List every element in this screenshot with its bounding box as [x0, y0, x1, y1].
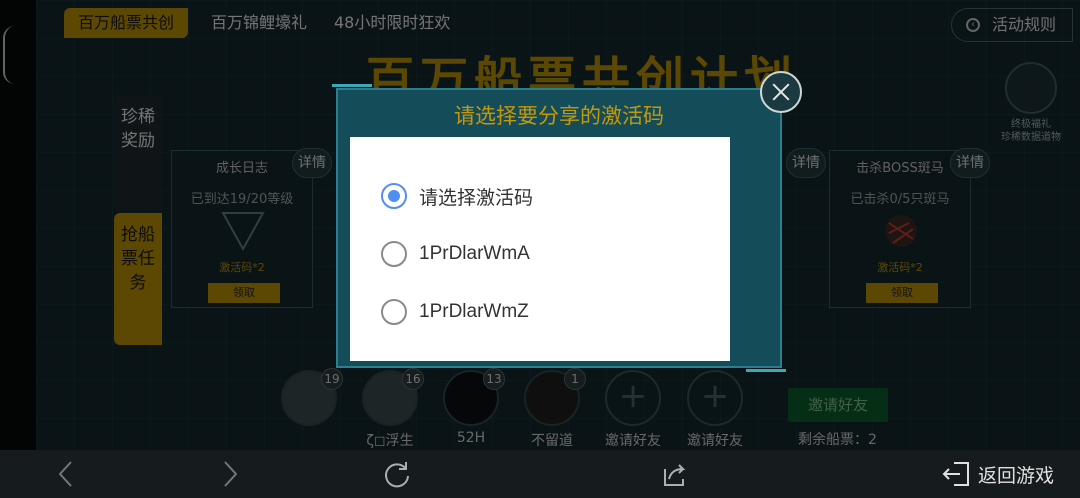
exit-arrow-icon: [942, 462, 969, 486]
back-to-game-label: 返回游戏: [978, 464, 1055, 487]
option-label: 1PrDlarWmA: [419, 243, 530, 264]
option-row[interactable]: 1PrDlarWmZ: [350, 283, 730, 341]
back-arrow-icon[interactable]: [50, 450, 80, 498]
refresh-icon[interactable]: [380, 450, 414, 498]
radio-icon[interactable]: [381, 299, 407, 325]
dialog-title: 请选择要分享的激活码: [454, 104, 664, 128]
option-label: 1PrDlarWmZ: [419, 301, 529, 322]
back-to-game-button[interactable]: 返回游戏: [942, 460, 1054, 488]
screen: 百万船票共创 百万锦鲤壕礼 48小时限时狂欢 ‹ 活动规则 百万船票共创计划 珍…: [0, 0, 1080, 498]
forward-arrow-icon[interactable]: [216, 450, 246, 498]
share-icon[interactable]: [657, 450, 691, 498]
option-label: 请选择激活码: [419, 186, 534, 209]
close-icon[interactable]: [760, 71, 802, 113]
option-row[interactable]: 1PrDlarWmA: [350, 225, 730, 283]
radio-icon[interactable]: [381, 241, 407, 267]
activation-code-picker: 请选择激活码 1PrDlarWmA 1PrDlarWmZ: [350, 137, 730, 361]
radio-selected-icon[interactable]: [381, 183, 407, 209]
option-row[interactable]: 请选择激活码: [350, 167, 730, 225]
bottom-navbar: [0, 450, 1080, 498]
